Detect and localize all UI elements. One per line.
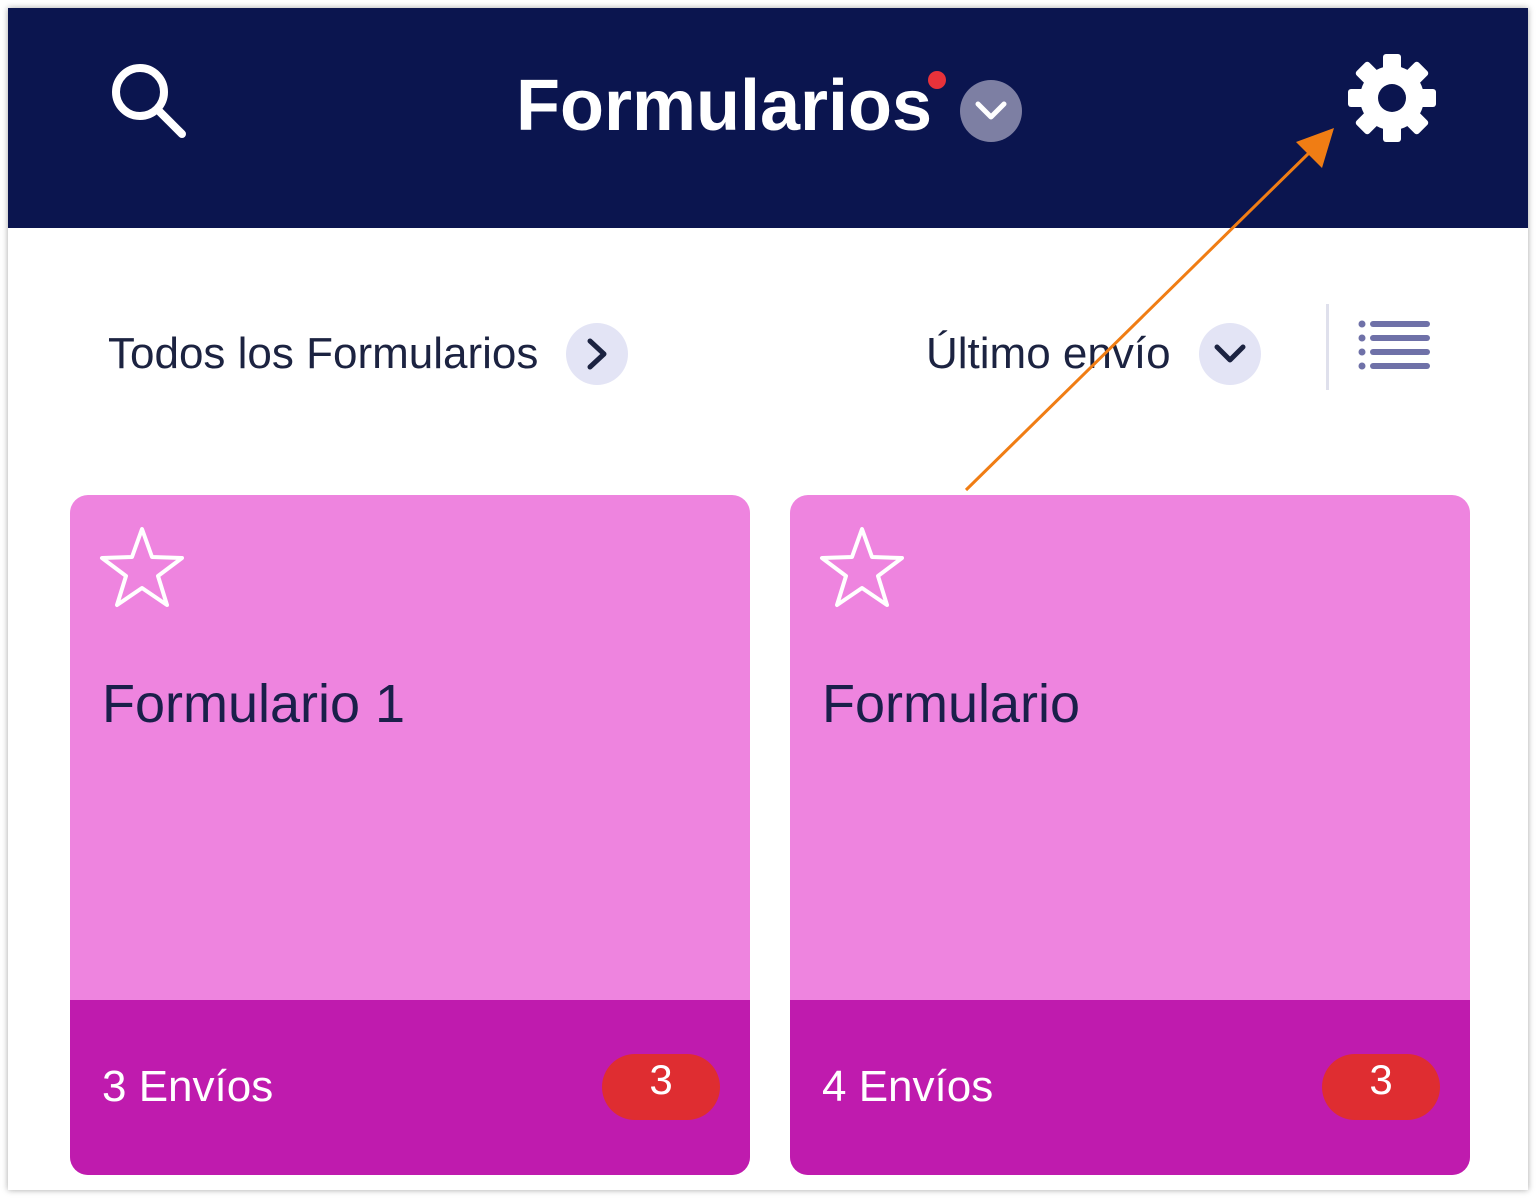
top-bar: Formularios [8,8,1528,228]
sort-label: Último envío [926,329,1171,378]
search-button[interactable] [104,56,194,146]
submission-count: 4 Envíos [822,1062,994,1111]
chevron-down-icon [975,101,1007,120]
form-card[interactable]: Formulario 1 3 Envíos 3 [70,495,750,1175]
page-title: Formularios [516,65,947,147]
list-view-button[interactable] [1358,318,1434,374]
page-title-text: Formularios [516,66,933,146]
notification-dot [928,71,947,89]
settings-button[interactable] [1344,50,1440,146]
chevron-right-icon [587,338,607,370]
category-filter-label: Todos los Formularios [108,329,539,378]
gear-icon [1348,54,1436,142]
category-filter-button[interactable] [566,323,629,385]
submission-count: 3 Envíos [102,1062,274,1111]
category-filter[interactable]: Todos los Formularios [108,316,629,392]
star-outline-icon [820,527,904,607]
app-window: Formularios Todos los Formularios Último… [8,8,1528,1190]
unread-badge: 3 [1322,1054,1440,1120]
form-card-footer: 4 Envíos 3 [790,1000,1470,1175]
list-view-icon [1358,320,1430,370]
form-card-title: Formulario 1 [102,674,406,734]
favorite-button[interactable] [818,523,906,611]
form-card-title: Formulario [822,674,1081,734]
star-outline-icon [100,527,184,607]
title-selector[interactable]: Formularios [516,56,1023,156]
form-card-footer: 3 Envíos 3 [70,1000,750,1175]
sort-selector[interactable]: Último envío [926,316,1261,392]
search-icon [112,64,186,138]
title-dropdown-button[interactable] [960,80,1023,142]
toolbar-divider [1326,304,1329,390]
form-card[interactable]: Formulario 4 Envíos 3 [790,495,1470,1175]
unread-badge: 3 [602,1054,720,1120]
sort-dropdown-button[interactable] [1198,323,1261,385]
favorite-button[interactable] [98,523,186,611]
chevron-down-icon [1214,344,1246,363]
